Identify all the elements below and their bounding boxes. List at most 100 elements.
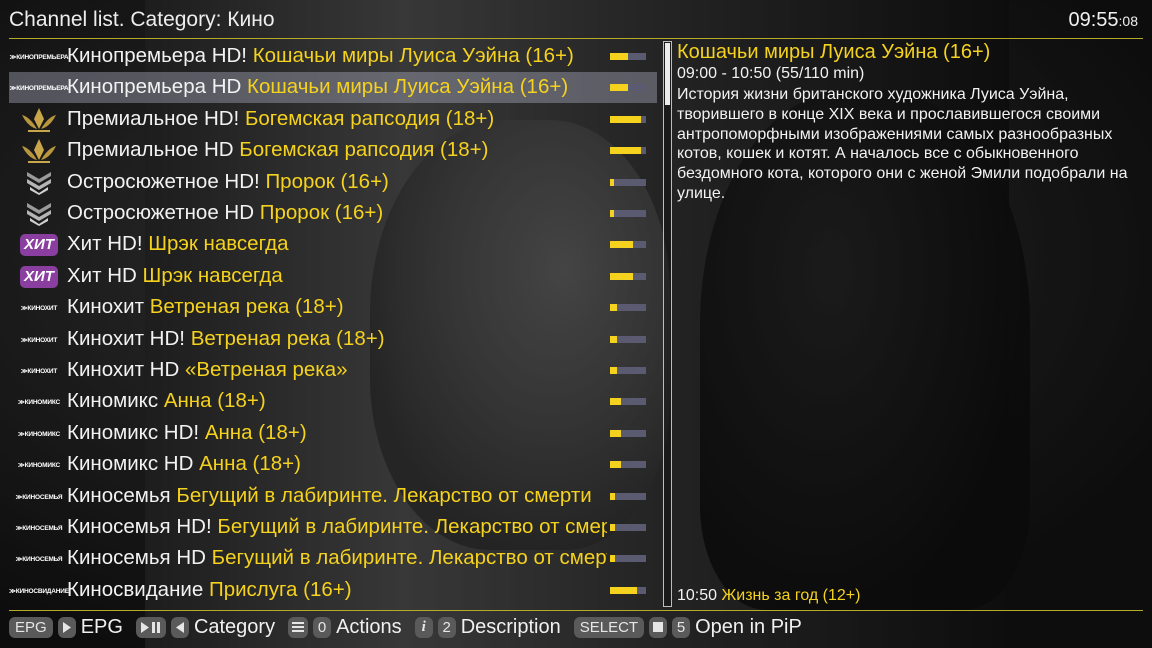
current-event: Бегущий в лабиринте. Лекарство от смерти — [176, 483, 592, 507]
channel-line: Кинохит Ветреная река (18+) — [67, 295, 607, 319]
kinomiks-logo: ≫КИНОМИКС — [17, 462, 61, 470]
channel-row[interactable]: Премиальное HD Богемская рапсодия (18+) — [9, 135, 657, 166]
current-event: Ветреная река (18+) — [190, 326, 385, 350]
kinopremiera-logo: ≫КИНОПРЕМЬЕРА — [9, 54, 69, 61]
header: Channel list. Category: Кино 09:55:08 — [0, 0, 1152, 40]
current-event: Кошачьи миры Луиса Уэйна (16+) — [252, 44, 574, 67]
scrollbar-thumb[interactable] — [665, 43, 670, 105]
channel-row[interactable]: ≫КИНОХИТ Кинохит Ветреная река (18+) — [9, 292, 657, 323]
current-event: Богемская рапсодия (18+) — [239, 138, 489, 162]
ostrosyuzhetnoe-chevron-logo — [13, 202, 65, 226]
channel-list[interactable]: ≫КИНОПРЕМЬЕРА Кинопремьера HD! Кошачьи ми… — [9, 41, 657, 607]
epg-hint-label: EPG — [80, 615, 123, 638]
channel-row[interactable]: ХИТ Хит HD Шрэк навсегда — [9, 261, 657, 292]
clock-seconds: :08 — [1118, 13, 1138, 29]
chevron-left-icon[interactable] — [170, 616, 189, 638]
channel-row[interactable]: ≫КИНОСЕМЬЯ Киносемья HD! Бегущий в лабири… — [9, 512, 657, 543]
channel-line: Кинохит HD «Ветреная река» — [67, 358, 607, 382]
event-progress-bar — [610, 53, 646, 60]
actions-key[interactable]: 0 — [313, 616, 332, 638]
page-title: Channel list. Category: Кино — [9, 8, 275, 31]
category-hint-label: Category — [193, 615, 276, 638]
channel-line: Киносемья HD Бегущий в лабиринте. Лекарс… — [67, 546, 607, 570]
channel-name: Остросюжетное HD! — [67, 169, 260, 193]
channel-row[interactable]: ≫КИНОМИКС Киномикс Анна (18+) — [9, 386, 657, 417]
description-hint-label: Description — [460, 615, 561, 638]
channel-line: Хит HD Шрэк навсегда — [67, 264, 607, 288]
channel-row[interactable]: ≫КИНОХИТ Кинохит HD «Ветреная река» — [9, 355, 657, 386]
channel-row[interactable]: ≫КИНОХИТ Кинохит HD! Ветреная река (18+) — [9, 324, 657, 355]
channel-name: Кинопремьера HD — [67, 75, 242, 99]
channel-name: Хит HD — [67, 263, 137, 287]
event-progress-bar — [610, 461, 646, 469]
channel-row[interactable]: ≫КИНОСЕМЬЯ Киносемья Бегущий в лабиринте.… — [9, 481, 657, 512]
event-progress-bar — [610, 335, 646, 343]
current-event: «Ветреная река» — [184, 358, 348, 381]
channel-row[interactable]: ХИТ Хит HD! Шрэк навсегда — [9, 229, 657, 260]
epg-key[interactable]: EPG — [9, 616, 53, 638]
stop-icon[interactable] — [649, 616, 668, 638]
event-progress-bar — [610, 84, 646, 92]
pip-key[interactable]: 5 — [672, 616, 691, 638]
channel-row[interactable]: ≫КИНОПРЕМЬЕРА Кинопремьера HD! Кошачьи ми… — [9, 41, 657, 72]
current-event: Кошачьи миры Луиса Уэйна (16+) — [247, 75, 569, 99]
event-progress-fill — [610, 398, 621, 406]
event-progress-bar — [610, 492, 646, 500]
event-progress-bar — [610, 367, 646, 374]
event-time: 09:00 - 10:50 (55/110 min) — [677, 65, 865, 82]
select-key[interactable]: SELECT — [573, 616, 645, 638]
channel-row[interactable]: Остросюжетное HD Пророк (16+) — [9, 198, 657, 229]
play-pause-icon[interactable] — [135, 616, 166, 638]
top-divider — [9, 38, 1143, 39]
channel-line: Премиальное HD! Богемская рапсодия (18+) — [67, 107, 607, 131]
channel-line: Остросюжетное HD! Пророк (16+) — [67, 170, 607, 194]
kinosemya-logo: ≫КИНОСЕМЬЯ — [15, 556, 63, 564]
channel-row[interactable]: ≫КИНОСЕМЬЯ Киносемья HD Бегущий в лабирин… — [9, 543, 657, 574]
current-event: Прислуга (16+) — [208, 577, 352, 601]
event-progress-bar — [610, 429, 646, 437]
event-progress-fill — [610, 335, 618, 343]
play-icon[interactable] — [57, 616, 76, 638]
kinohit-logo: ≫КИНОХИТ — [20, 305, 58, 313]
channel-name: Премиальное HD! — [67, 106, 240, 130]
channel-line: Остросюжетное HD Пророк (16+) — [67, 201, 607, 225]
channel-line: Киномикс HD Анна (18+) — [67, 452, 607, 476]
description-key[interactable]: 2 — [437, 616, 456, 638]
event-progress-fill — [610, 241, 634, 249]
event-progress-fill — [610, 367, 618, 374]
channel-name: Киносвидание — [67, 577, 204, 601]
event-progress-fill — [610, 461, 621, 469]
channel-row[interactable]: ≫КИНОСВИДАНИЕ Киносвидание Прислуга (16+) — [9, 575, 657, 606]
clock: 09:55:08 — [1068, 9, 1138, 32]
channel-line: Хит HD! Шрэк навсегда — [67, 232, 607, 256]
channel-line: Кинохит HD! Ветреная река (18+) — [67, 327, 607, 351]
current-event: Богемская рапсодия (18+) — [244, 106, 495, 130]
channel-row[interactable]: ≫КИНОПРЕМЬЕРА Кинопремьера HD Кошачьи мир… — [9, 72, 657, 104]
channel-row[interactable]: Остросюжетное HD! Пророк (16+) — [9, 167, 657, 198]
current-event: Анна (18+) — [204, 420, 307, 444]
current-event: Пророк (16+) — [259, 201, 384, 224]
channel-row[interactable]: ≫КИНОМИКС Киномикс HD Анна (18+) — [9, 449, 657, 480]
event-progress-fill — [610, 272, 634, 280]
channel-name: Киномикс HD — [67, 452, 194, 476]
channel-list-scrollbar[interactable] — [663, 41, 672, 607]
current-event: Бегущий в лабиринте. Лекарство от смерти — [217, 515, 607, 538]
current-event: Шрэк навсегда — [142, 263, 283, 287]
channel-row[interactable]: ≫КИНОМИКС Киномикс HD! Анна (18+) — [9, 418, 657, 449]
event-progress-bar — [610, 210, 646, 217]
next-event-time: 10:50 — [677, 587, 718, 604]
kinohit-logo: ≫КИНОХИТ — [20, 368, 58, 375]
info-icon[interactable]: i — [414, 616, 433, 638]
channel-row[interactable]: Премиальное HD! Богемская рапсодия (18+) — [9, 104, 657, 135]
event-progress-fill — [610, 53, 628, 60]
hit-logo: ХИТ — [13, 265, 65, 289]
event-progress-bar — [610, 272, 646, 280]
event-progress-fill — [610, 210, 615, 217]
event-progress-fill — [610, 429, 621, 437]
current-event: Анна (18+) — [163, 389, 266, 413]
menu-icon[interactable] — [288, 616, 309, 638]
event-progress-fill — [610, 115, 641, 123]
premialnoe-crown-logo — [13, 139, 65, 164]
channel-name: Кинохит — [67, 295, 144, 319]
event-progress-bar — [610, 304, 646, 312]
